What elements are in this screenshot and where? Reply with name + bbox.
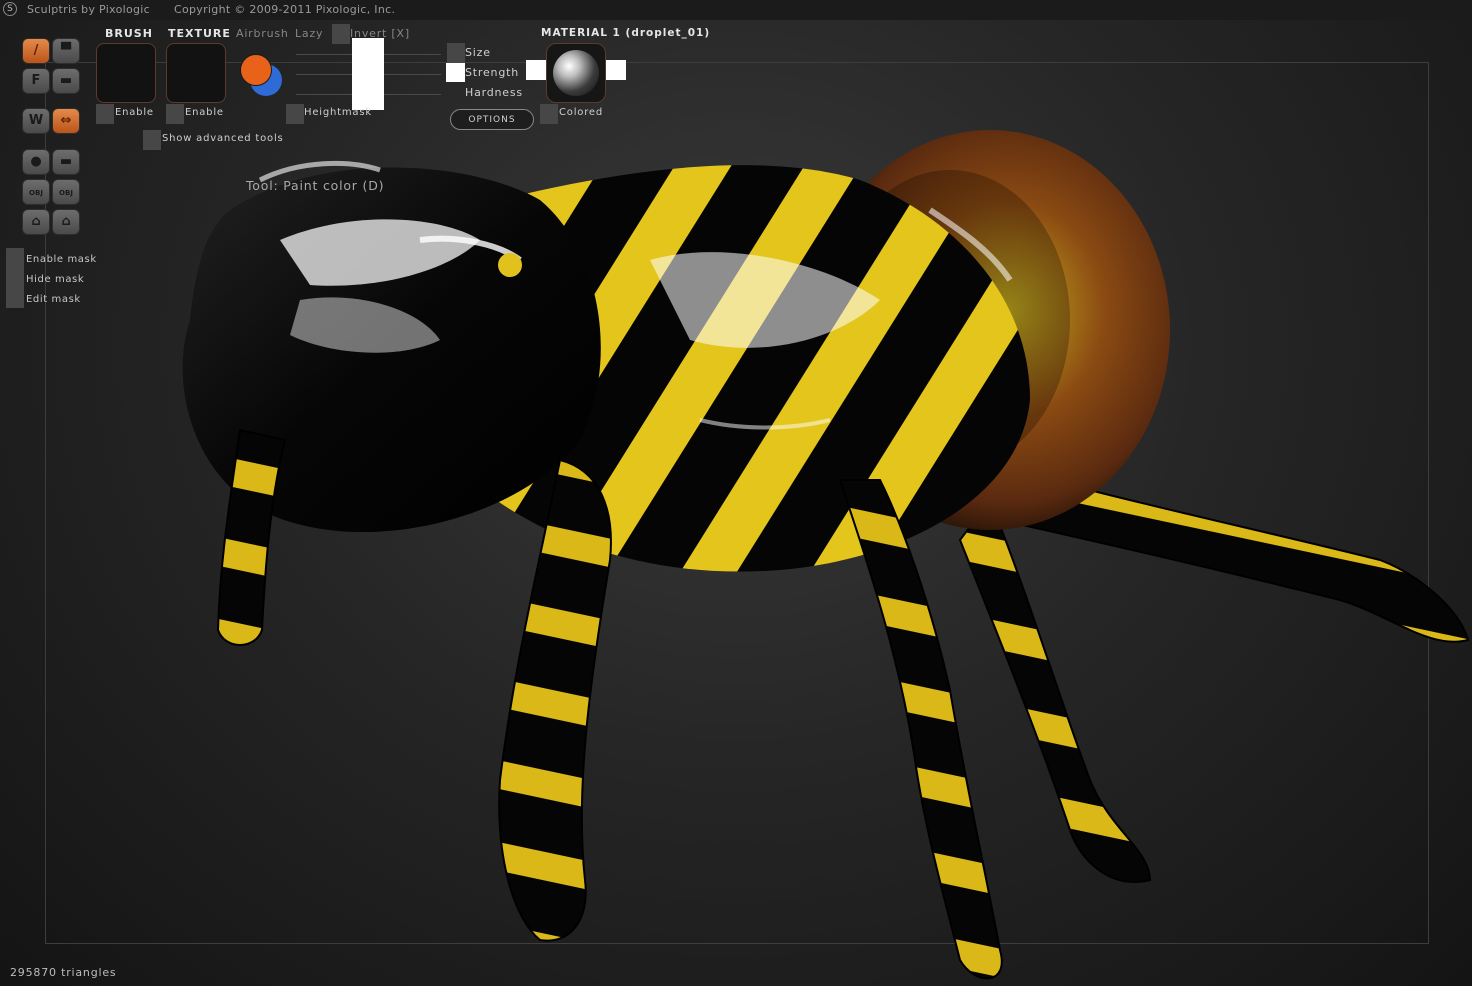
new-plane-button[interactable]: ▬ [52, 149, 80, 175]
wireframe-icon: W [28, 113, 44, 128]
material-label: MATERIAL 1 (droplet_01) [541, 27, 711, 39]
flatten-icon: F [31, 73, 41, 88]
texture-enable-checkbox[interactable] [166, 104, 184, 124]
open-file-icon: ⌂ [31, 214, 41, 229]
smooth-icon: ▬ [59, 73, 73, 88]
strength-value-box[interactable] [446, 63, 465, 82]
edit-mask-label: Edit mask [26, 294, 81, 305]
enable-mask-checkbox[interactable] [6, 248, 24, 268]
size-label: Size [465, 46, 491, 59]
symmetry-button[interactable]: ⇔ [52, 108, 80, 134]
airbrush-label[interactable]: Airbrush [236, 27, 289, 40]
primary-color-swatch[interactable] [240, 54, 272, 86]
brush-enable-label: Enable [115, 107, 154, 118]
wireframe-button[interactable]: W [22, 108, 50, 134]
import-obj-button[interactable]: OBJ [22, 179, 50, 205]
brush-alpha-slot[interactable] [96, 43, 156, 103]
texture-header: TEXTURE [168, 27, 231, 40]
export-obj-button[interactable]: OBJ [52, 179, 80, 205]
invert-checkbox[interactable] [332, 24, 350, 44]
colored-label: Colored [559, 107, 603, 118]
sphere-icon: ● [30, 154, 42, 169]
new-sphere-button[interactable]: ● [22, 149, 50, 175]
lazy-label[interactable]: Lazy [295, 27, 323, 40]
smooth-button[interactable]: ▬ [52, 68, 80, 94]
hardness-label: Hardness [465, 86, 523, 99]
triangle-count: 295870 triangles [10, 966, 117, 979]
material-sphere-icon [553, 50, 599, 96]
brush-header: BRUSH [105, 27, 153, 40]
save-file-icon: ⌂ [61, 214, 71, 229]
symmetry-icon: ⇔ [60, 113, 72, 128]
brush-enable-checkbox[interactable] [96, 104, 114, 124]
show-advanced-label: Show advanced tools [162, 133, 284, 144]
edit-mask-checkbox[interactable] [6, 288, 24, 308]
hide-mask-label: Hide mask [26, 274, 85, 285]
material-preview[interactable] [546, 43, 606, 103]
heightmask-checkbox[interactable] [286, 104, 304, 124]
heightmask-label: Heightmask [304, 107, 372, 118]
paint-color-button[interactable]: / [22, 38, 50, 64]
slider-overlay-block [352, 38, 384, 110]
options-button[interactable]: OPTIONS [450, 109, 534, 130]
bump-icon: ▀ [61, 43, 71, 58]
export-obj-icon: OBJ [59, 189, 73, 197]
material-prev-box[interactable] [526, 60, 546, 80]
3d-model-viewport[interactable] [0, 0, 1472, 986]
strength-label: Strength [465, 66, 519, 79]
import-obj-icon: OBJ [29, 189, 43, 197]
save-file-button[interactable]: ⌂ [52, 209, 80, 235]
brush-icon: / [33, 43, 39, 58]
colored-checkbox[interactable] [540, 104, 558, 124]
material-next-box[interactable] [606, 60, 626, 80]
size-checkbox[interactable] [447, 43, 465, 63]
hide-mask-checkbox[interactable] [6, 268, 24, 288]
texture-enable-label: Enable [185, 107, 224, 118]
enable-mask-label: Enable mask [26, 254, 97, 265]
flatten-button[interactable]: F [22, 68, 50, 94]
open-file-button[interactable]: ⌂ [22, 209, 50, 235]
plane-icon: ▬ [59, 154, 73, 169]
paint-bump-button[interactable]: ▀ [52, 38, 80, 64]
texture-slot[interactable] [166, 43, 226, 103]
show-advanced-checkbox[interactable] [143, 130, 161, 150]
current-tool-label: Tool: Paint color (D) [246, 178, 385, 193]
